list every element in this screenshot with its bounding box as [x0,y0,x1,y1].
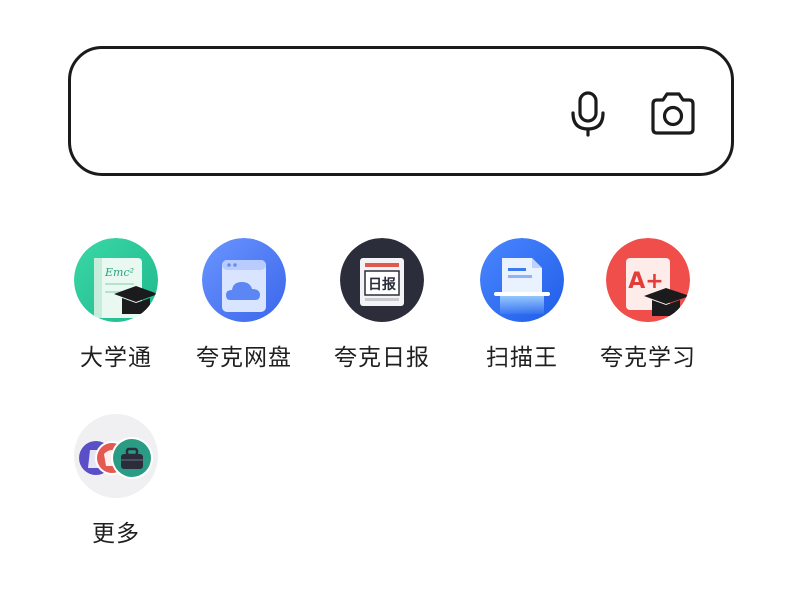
camera-search-button[interactable] [645,89,701,139]
app-label: 扫描王 [486,345,558,371]
app-daxuetong[interactable]: Emc² 大学通 [46,238,186,378]
microphone-icon [571,91,605,137]
cloud-folder-icon [202,238,286,322]
voice-search-button[interactable] [563,89,613,139]
search-box[interactable] [68,46,734,176]
newspaper-text: 日报 [368,277,396,293]
app-label: 夸克日报 [334,345,430,371]
graduation-cap-notebook-icon: Emc² [74,238,158,322]
app-scanner[interactable]: 扫描王 [452,238,592,378]
svg-text:Emc²: Emc² [104,266,134,279]
app-label: 夸克网盘 [196,345,292,371]
more-apps-stack-icon [74,414,158,498]
app-quark-cloud-drive[interactable]: 夸克网盘 [174,238,314,378]
grade-text: A+ [628,269,663,294]
app-label: 更多 [92,521,140,547]
camera-icon [651,92,695,135]
quark-home-panel: Emc² 大学通 夸克网盘 日报 夸克日报 扫描王 A+ 夸克学习 更多 [0,0,800,600]
app-quark-study[interactable]: A+ 夸克学习 [578,238,718,378]
more-apps-button[interactable]: 更多 [46,414,186,554]
a-plus-graduation-icon: A+ [606,238,690,322]
app-label: 大学通 [80,345,152,371]
document-scan-icon [480,238,564,322]
app-quark-daily[interactable]: 日报 夸克日报 [312,238,452,378]
app-label: 夸克学习 [600,345,696,371]
search-input[interactable] [99,79,563,145]
newspaper-icon: 日报 [340,238,424,322]
